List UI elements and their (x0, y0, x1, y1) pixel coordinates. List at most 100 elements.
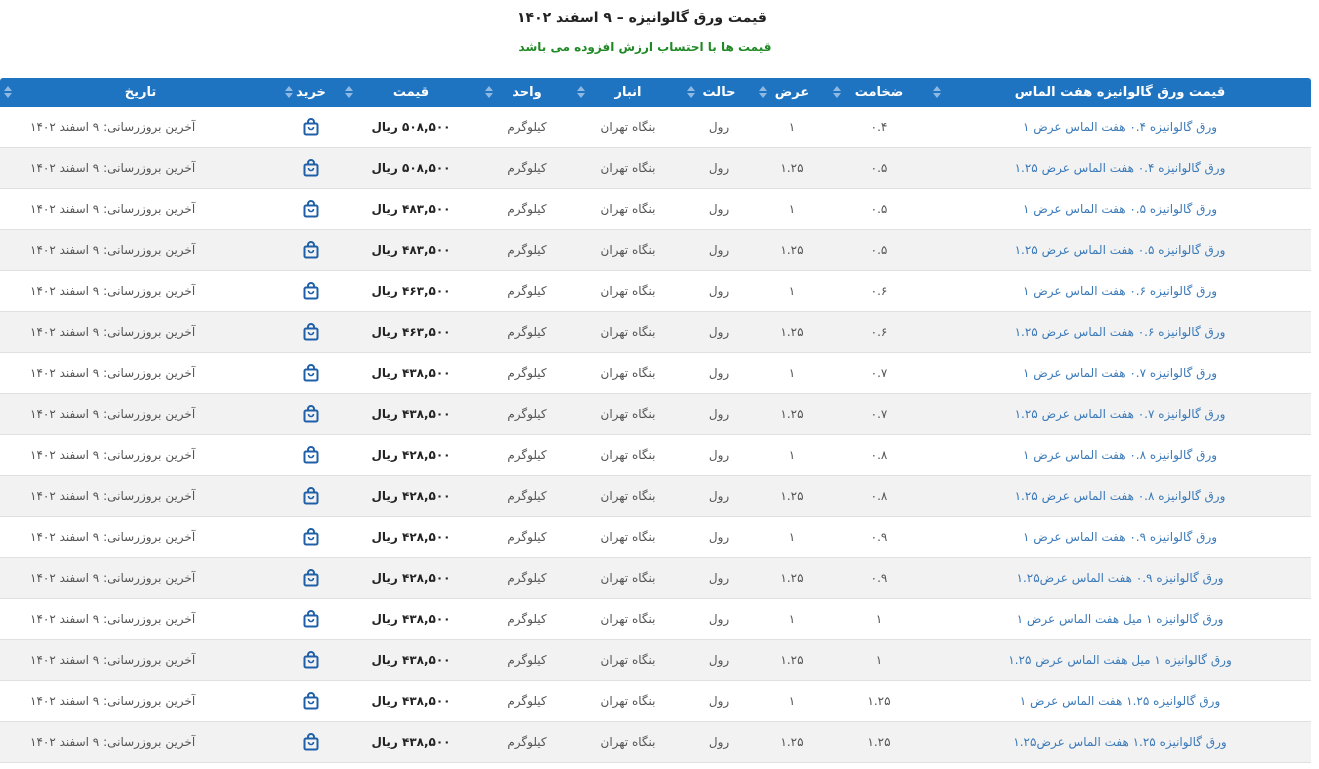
cell-price: ۴۶۳,۵۰۰ ریال (341, 311, 481, 353)
table-header-row: قیمت ورق گالوانیزه هفت الماس ضخامت عرض حالت… (0, 78, 1311, 107)
shopping-bag-icon[interactable] (303, 118, 319, 136)
column-header-thickness[interactable]: ضخامت (829, 78, 929, 107)
sort-arrows-icon[interactable] (759, 85, 767, 99)
cell-name[interactable]: ورق گالوانیزه ۰.۶ هفت الماس عرض ۱ (929, 270, 1311, 312)
cell-warehouse: بنگاه تهران (573, 188, 683, 230)
cell-date: آخرین بروزرسانی: ۹ اسفند ۱۴۰۲ (0, 311, 281, 353)
cell-width: ۱ (755, 107, 829, 148)
cell-name[interactable]: ورق گالوانیزه ۱ میل هفت الماس عرض ۱.۲۵ (929, 639, 1311, 681)
cell-state: رول (683, 516, 755, 558)
cell-width: ۱.۲۵ (755, 393, 829, 435)
column-header-label: قیمت ورق گالوانیزه هفت الماس (1014, 85, 1226, 100)
shopping-bag-icon[interactable] (303, 405, 319, 423)
cell-name[interactable]: ورق گالوانیزه ۱.۲۵ هفت الماس عرض۱.۲۵ (929, 721, 1311, 763)
cell-width: ۱.۲۵ (755, 147, 829, 189)
cell-state: رول (683, 311, 755, 353)
column-header-state[interactable]: حالت (683, 78, 755, 107)
cell-name[interactable]: ورق گالوانیزه ۰.۹ هفت الماس عرض۱.۲۵ (929, 557, 1311, 599)
cell-warehouse: بنگاه تهران (573, 270, 683, 312)
shopping-bag-icon[interactable] (303, 364, 319, 382)
table-row: ورق گالوانیزه ۰.۹ هفت الماس عرض ۱ ۰.۹ ۱ رول… (0, 516, 1311, 558)
cell-thickness: ۰.۷ (829, 352, 929, 394)
cell-unit: کیلوگرم (481, 434, 573, 476)
cell-name[interactable]: ورق گالوانیزه ۱.۲۵ هفت الماس عرض ۱ (929, 680, 1311, 722)
cell-state: رول (683, 721, 755, 763)
cell-name[interactable]: ورق گالوانیزه ۰.۸ هفت الماس عرض ۱ (929, 434, 1311, 476)
cell-unit: کیلوگرم (481, 721, 573, 763)
sort-arrows-icon[interactable] (4, 85, 12, 99)
sort-arrows-icon[interactable] (833, 85, 841, 99)
column-header-price[interactable]: قیمت (341, 78, 481, 107)
buy-cell (281, 393, 341, 435)
column-header-label: ضخامت (854, 85, 904, 100)
shopping-bag-icon[interactable] (303, 323, 319, 341)
cell-name[interactable]: ورق گالوانیزه ۰.۵ هفت الماس عرض ۱ (929, 188, 1311, 230)
column-header-name[interactable]: قیمت ورق گالوانیزه هفت الماس (929, 78, 1311, 107)
cell-date: آخرین بروزرسانی: ۹ اسفند ۱۴۰۲ (0, 229, 281, 271)
column-header-warehouse[interactable]: انبار (573, 78, 683, 107)
column-header-date[interactable]: تاریخ (0, 78, 281, 107)
shopping-bag-icon[interactable] (303, 569, 319, 587)
shopping-bag-icon[interactable] (303, 200, 319, 218)
buy-cell (281, 270, 341, 312)
shopping-bag-icon[interactable] (303, 282, 319, 300)
sort-arrows-icon[interactable] (687, 85, 695, 99)
cell-date: آخرین بروزرسانی: ۹ اسفند ۱۴۰۲ (0, 147, 281, 189)
cell-thickness: ۱ (829, 598, 929, 640)
cell-width: ۱.۲۵ (755, 229, 829, 271)
cell-state: رول (683, 393, 755, 435)
cell-name[interactable]: ورق گالوانیزه ۰.۷ هفت الماس عرض ۱ (929, 352, 1311, 394)
cell-price: ۵۰۸,۵۰۰ ریال (341, 107, 481, 148)
shopping-bag-icon[interactable] (303, 159, 319, 177)
cell-name[interactable]: ورق گالوانیزه ۱ میل هفت الماس عرض ۱ (929, 598, 1311, 640)
shopping-bag-icon[interactable] (303, 610, 319, 628)
shopping-bag-icon[interactable] (303, 692, 319, 710)
cell-state: رول (683, 229, 755, 271)
vat-notice: قیمت ها با احتساب ارزش افزوده می باشد (518, 40, 772, 54)
cell-name[interactable]: ورق گالوانیزه ۰.۴ هفت الماس عرض ۱.۲۵ (929, 147, 1311, 189)
shopping-bag-icon[interactable] (303, 446, 319, 464)
table-row: ورق گالوانیزه ۰.۵ هفت الماس عرض ۱ ۰.۵ ۱ رول… (0, 188, 1311, 230)
cell-thickness: ۰.۹ (829, 557, 929, 599)
sort-arrows-icon[interactable] (345, 85, 353, 99)
sort-arrows-icon[interactable] (933, 85, 941, 99)
cell-price: ۵۰۸,۵۰۰ ریال (341, 147, 481, 189)
cell-date: آخرین بروزرسانی: ۹ اسفند ۱۴۰۲ (0, 516, 281, 558)
cell-width: ۱ (755, 516, 829, 558)
cell-width: ۱ (755, 270, 829, 312)
cell-thickness: ۰.۸ (829, 434, 929, 476)
cell-name[interactable]: ورق گالوانیزه ۰.۶ هفت الماس عرض ۱.۲۵ (929, 311, 1311, 353)
cell-state: رول (683, 107, 755, 148)
cell-warehouse: بنگاه تهران (573, 598, 683, 640)
column-header-buy[interactable]: خرید (281, 78, 341, 107)
cell-warehouse: بنگاه تهران (573, 352, 683, 394)
shopping-bag-icon[interactable] (303, 651, 319, 669)
cell-price: ۴۸۳,۵۰۰ ریال (341, 229, 481, 271)
cell-name[interactable]: ورق گالوانیزه ۰.۴ هفت الماس عرض ۱ (929, 107, 1311, 148)
shopping-bag-icon[interactable] (303, 733, 319, 751)
sort-arrows-icon[interactable] (285, 85, 293, 99)
column-header-unit[interactable]: واحد (481, 78, 573, 107)
cell-thickness: ۰.۶ (829, 270, 929, 312)
cell-width: ۱.۲۵ (755, 475, 829, 517)
table-row: ورق گالوانیزه ۱.۲۵ هفت الماس عرض۱.۲۵ ۱.۲۵… (0, 721, 1311, 763)
cell-unit: کیلوگرم (481, 311, 573, 353)
cell-price: ۴۲۸,۵۰۰ ریال (341, 434, 481, 476)
cell-width: ۱ (755, 598, 829, 640)
cell-name[interactable]: ورق گالوانیزه ۰.۷ هفت الماس عرض ۱.۲۵ (929, 393, 1311, 435)
shopping-bag-icon[interactable] (303, 241, 319, 259)
cell-thickness: ۰.۶ (829, 311, 929, 353)
sort-arrows-icon[interactable] (485, 85, 493, 99)
column-header-width[interactable]: عرض (755, 78, 829, 107)
sort-arrows-icon[interactable] (577, 85, 585, 99)
shopping-bag-icon[interactable] (303, 528, 319, 546)
cell-unit: کیلوگرم (481, 680, 573, 722)
cell-unit: کیلوگرم (481, 639, 573, 681)
cell-date: آخرین بروزرسانی: ۹ اسفند ۱۴۰۲ (0, 107, 281, 148)
table-row: ورق گالوانیزه ۰.۷ هفت الماس عرض ۱ ۰.۷ ۱ رول… (0, 352, 1311, 394)
cell-name[interactable]: ورق گالوانیزه ۰.۵ هفت الماس عرض ۱.۲۵ (929, 229, 1311, 271)
cell-unit: کیلوگرم (481, 557, 573, 599)
cell-name[interactable]: ورق گالوانیزه ۰.۹ هفت الماس عرض ۱ (929, 516, 1311, 558)
cell-name[interactable]: ورق گالوانیزه ۰.۸ هفت الماس عرض ۱.۲۵ (929, 475, 1311, 517)
shopping-bag-icon[interactable] (303, 487, 319, 505)
